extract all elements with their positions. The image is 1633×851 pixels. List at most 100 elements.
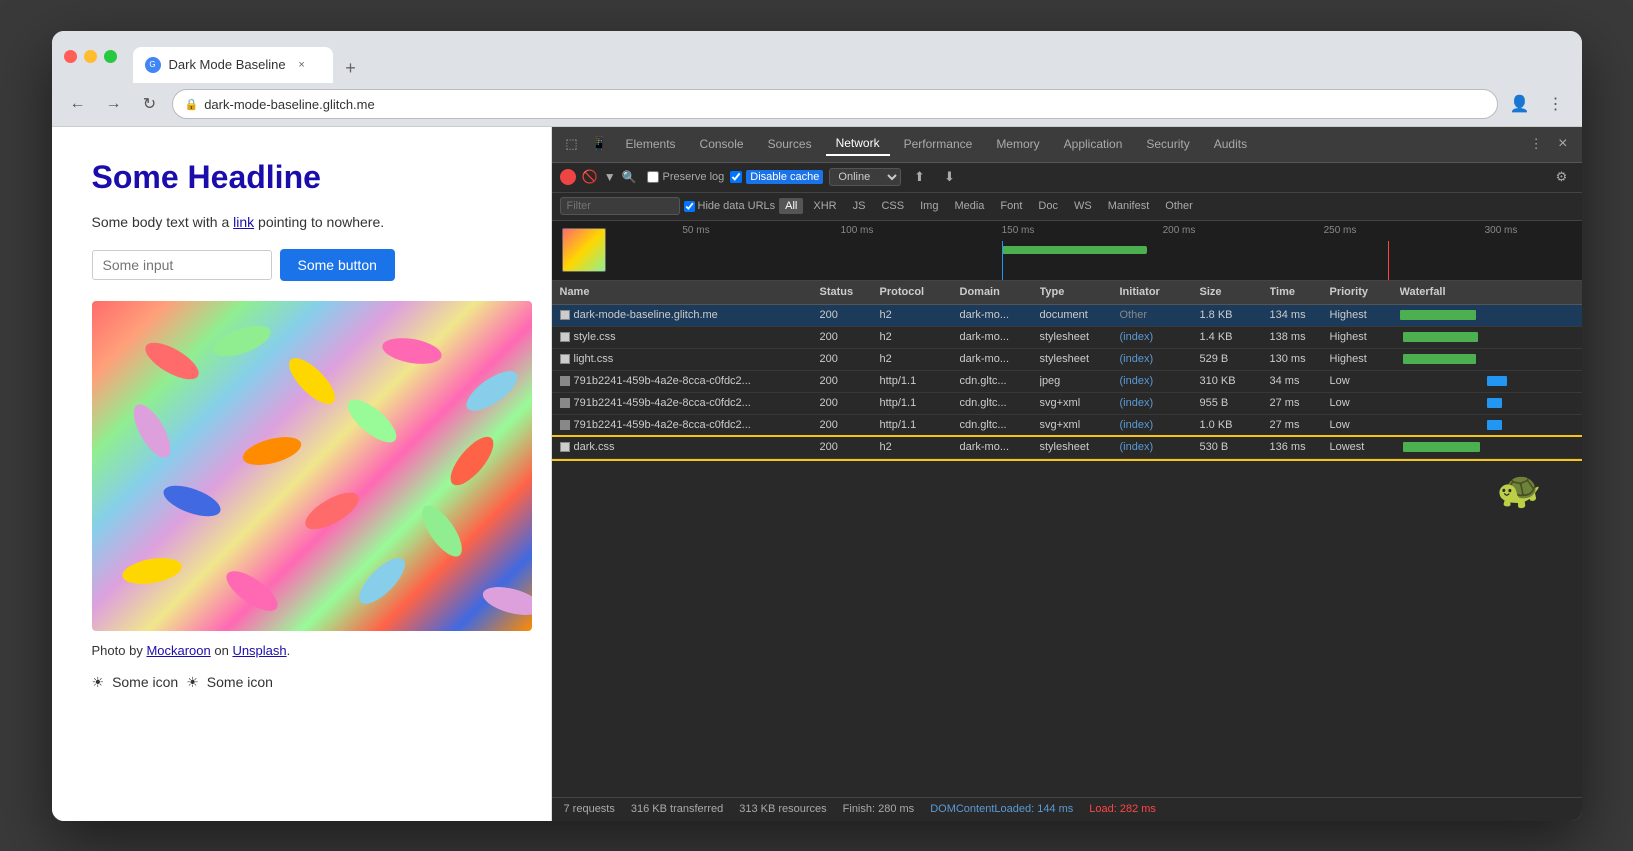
icon-row: ☀ Some icon ☀ Some icon (92, 674, 511, 691)
filter-other[interactable]: Other (1159, 198, 1199, 214)
menu-icon[interactable]: ⋮ (1542, 90, 1570, 118)
col-size[interactable]: Size (1200, 286, 1270, 298)
turtle-area: 🐢 (552, 459, 1582, 539)
col-time[interactable]: Time (1270, 286, 1330, 298)
tab-network[interactable]: Network (826, 132, 890, 156)
search-icon[interactable]: 🔍 (622, 170, 637, 184)
row4-status: 200 (820, 375, 880, 387)
preserve-log-checkbox[interactable] (647, 171, 659, 183)
table-row[interactable]: style.css 200 h2 dark-mo... stylesheet (… (552, 327, 1582, 349)
col-name[interactable]: Name (560, 286, 820, 298)
settings-icon[interactable]: ⚙ (1550, 165, 1574, 189)
filter-icon[interactable]: ▼ (604, 170, 616, 184)
back-button[interactable]: ← (64, 90, 92, 118)
clear-button[interactable]: 🚫 (582, 169, 598, 185)
row6-icon (560, 420, 570, 430)
table-row[interactable]: 791b2241-459b-4a2e-8cca-c0fdc2... 200 ht… (552, 393, 1582, 415)
table-row[interactable]: 791b2241-459b-4a2e-8cca-c0fdc2... 200 ht… (552, 371, 1582, 393)
close-window-button[interactable] (64, 50, 77, 63)
dom-content-loaded[interactable]: DOMContentLoaded: 144 ms (930, 803, 1073, 815)
forward-button[interactable]: → (100, 90, 128, 118)
load-time[interactable]: Load: 282 ms (1089, 803, 1156, 815)
col-initiator[interactable]: Initiator (1120, 286, 1200, 298)
row2-wf-bar (1403, 332, 1478, 342)
filter-font[interactable]: Font (994, 198, 1028, 214)
active-tab[interactable]: G Dark Mode Baseline × (133, 47, 333, 83)
tab-elements[interactable]: Elements (616, 133, 686, 155)
inspect-icon[interactable]: ⬚ (560, 132, 584, 156)
body-text-suffix: pointing to nowhere. (254, 214, 384, 230)
disable-cache-label[interactable]: Disable cache (730, 170, 823, 184)
row4-wf-bar (1487, 376, 1508, 386)
col-priority[interactable]: Priority (1330, 286, 1400, 298)
filter-media[interactable]: Media (948, 198, 990, 214)
tab-sources[interactable]: Sources (758, 133, 822, 155)
row4-time: 34 ms (1270, 375, 1330, 387)
col-protocol[interactable]: Protocol (880, 286, 960, 298)
tab-memory[interactable]: Memory (986, 133, 1049, 155)
row4-domain: cdn.gltc... (960, 375, 1040, 387)
filter-css[interactable]: CSS (875, 198, 910, 214)
refresh-button[interactable]: ↻ (136, 90, 164, 118)
tab-security[interactable]: Security (1136, 133, 1199, 155)
row4-protocol: http/1.1 (880, 375, 960, 387)
timeline-thumbnail (562, 228, 606, 272)
tab-performance[interactable]: Performance (894, 133, 983, 155)
row1-icon (560, 310, 570, 320)
row7-size: 530 B (1200, 441, 1270, 453)
devtools-close-button[interactable]: × (1552, 131, 1573, 157)
minimize-window-button[interactable] (84, 50, 97, 63)
table-row[interactable]: dark.css 200 h2 dark-mo... stylesheet (i… (552, 437, 1582, 459)
throttle-select[interactable]: Online Fast 3G Slow 3G Offline (829, 168, 901, 186)
tab-console[interactable]: Console (690, 133, 754, 155)
row2-type: stylesheet (1040, 331, 1120, 343)
disable-cache-checkbox[interactable] (730, 171, 742, 183)
col-domain[interactable]: Domain (960, 286, 1040, 298)
download-icon[interactable]: ⬇ (937, 165, 961, 189)
table-row[interactable]: light.css 200 h2 dark-mo... stylesheet (… (552, 349, 1582, 371)
row2-icon (560, 332, 570, 342)
device-icon[interactable]: 📱 (588, 132, 612, 156)
body-link[interactable]: link (233, 214, 254, 230)
hide-data-urls-checkbox[interactable] (684, 201, 695, 212)
some-input[interactable] (92, 250, 272, 280)
row1-domain: dark-mo... (960, 309, 1040, 321)
url-text: dark-mode-baseline.glitch.me (204, 97, 375, 112)
tab-close-button[interactable]: × (294, 57, 310, 73)
address-bar[interactable]: 🔒 dark-mode-baseline.glitch.me (172, 89, 1498, 119)
row7-status: 200 (820, 441, 880, 453)
table-row[interactable]: 791b2241-459b-4a2e-8cca-c0fdc2... 200 ht… (552, 415, 1582, 437)
hide-data-urls-label[interactable]: Hide data URLs (684, 200, 776, 212)
col-waterfall[interactable]: Waterfall (1400, 286, 1574, 298)
maximize-window-button[interactable] (104, 50, 117, 63)
candy-image (92, 301, 532, 631)
filter-doc[interactable]: Doc (1032, 198, 1064, 214)
profile-icon[interactable]: 👤 (1506, 90, 1534, 118)
upload-icon[interactable]: ⬆ (907, 165, 931, 189)
icon-label-2: Some icon (207, 674, 273, 690)
preserve-log-label[interactable]: Preserve log (647, 171, 725, 183)
filter-xhr[interactable]: XHR (807, 198, 842, 214)
row4-initiator: (index) (1120, 375, 1200, 387)
more-options-icon[interactable]: ⋮ (1524, 132, 1548, 156)
row6-status: 200 (820, 419, 880, 431)
unsplash-link[interactable]: Unsplash (232, 643, 286, 658)
filter-ws[interactable]: WS (1068, 198, 1098, 214)
col-status[interactable]: Status (820, 286, 880, 298)
new-tab-button[interactable]: + (337, 55, 365, 83)
table-row[interactable]: dark-mode-baseline.glitch.me 200 h2 dark… (552, 305, 1582, 327)
some-button[interactable]: Some button (280, 249, 395, 281)
filter-js[interactable]: JS (847, 198, 872, 214)
row2-priority: Highest (1330, 331, 1400, 343)
filter-manifest[interactable]: Manifest (1102, 198, 1156, 214)
record-button[interactable] (560, 169, 576, 185)
tab-audits[interactable]: Audits (1204, 133, 1257, 155)
filter-all[interactable]: All (779, 198, 803, 214)
filter-input[interactable] (560, 197, 680, 215)
row3-waterfall (1400, 351, 1574, 367)
tab-application[interactable]: Application (1054, 133, 1133, 155)
filter-img[interactable]: Img (914, 198, 944, 214)
col-type[interactable]: Type (1040, 286, 1120, 298)
devtools-panel: ⬚ 📱 Elements Console Sources Network Per… (552, 127, 1582, 821)
mockaroon-link[interactable]: Mockaroon (146, 643, 210, 658)
